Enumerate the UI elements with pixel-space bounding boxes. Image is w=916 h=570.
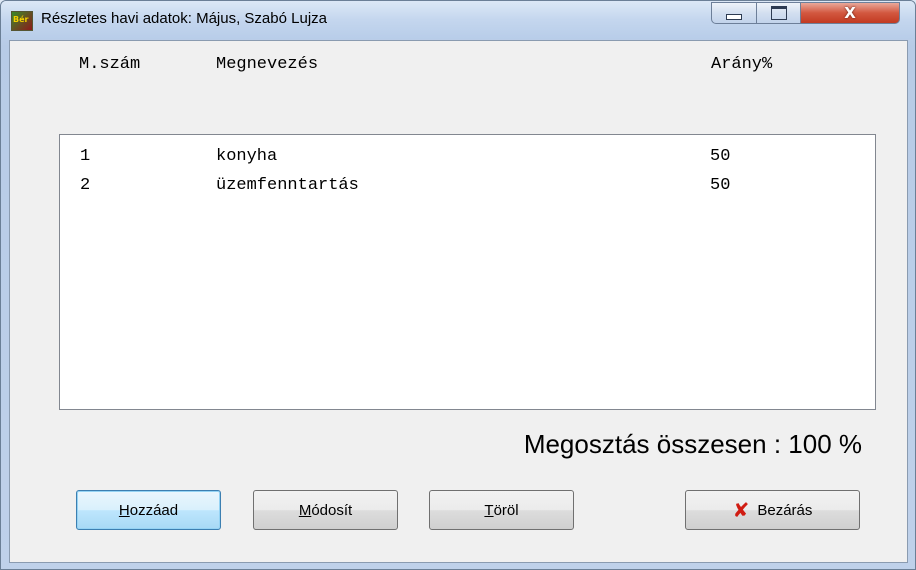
app-icon[interactable]: Bér [11, 11, 33, 31]
minimize-button[interactable] [711, 2, 757, 24]
modify-label: ódosít [311, 501, 353, 519]
list-item-name: konyha [216, 147, 278, 166]
list-item[interactable]: 1 konyha 50 [60, 147, 875, 171]
add-label: ozzáad [129, 501, 179, 519]
close-icon: X [844, 4, 856, 22]
add-accel: H [118, 501, 130, 519]
x-icon: ✘ [732, 498, 750, 522]
modify-accel: M [298, 501, 312, 519]
delete-accel: T [484, 501, 494, 519]
modify-button[interactable]: Módosít [253, 490, 398, 530]
allocation-list[interactable]: 1 konyha 50 2 üzemfenntartás 50 [59, 134, 876, 410]
title-bar[interactable]: Bér Részletes havi adatok: Május, Szabó … [1, 1, 915, 39]
minimize-icon [726, 14, 742, 20]
delete-label: öröl [493, 501, 519, 519]
delete-button[interactable]: Töröl [429, 490, 574, 530]
column-header-name[interactable]: Megnevezés [216, 55, 318, 74]
close-button[interactable]: ✘ Bezárás [685, 490, 860, 530]
list-item-ratio: 50 [710, 176, 731, 195]
list-item-ratio: 50 [710, 147, 731, 166]
add-button[interactable]: Hozzáad [76, 490, 221, 530]
app-icon-text: Bér [13, 15, 29, 24]
column-header-ratio[interactable]: Arány% [711, 55, 772, 74]
list-item-id: 2 [80, 176, 91, 195]
list-item-id: 1 [80, 147, 91, 166]
close-button-label: Bezárás [757, 501, 813, 519]
maximize-icon [770, 6, 787, 20]
column-header-id[interactable]: M.szám [79, 55, 140, 74]
list-item-name: üzemfenntartás [216, 176, 359, 195]
close-window-button[interactable]: X [800, 2, 900, 24]
window-title: Részletes havi adatok: Május, Szabó Lujz… [41, 10, 327, 27]
total-share-label: Megosztás összesen : 100 % [523, 429, 862, 459]
dialog-window: Bér Részletes havi adatok: Május, Szabó … [0, 0, 916, 570]
list-item[interactable]: 2 üzemfenntartás 50 [60, 176, 875, 200]
maximize-button[interactable] [756, 2, 801, 24]
